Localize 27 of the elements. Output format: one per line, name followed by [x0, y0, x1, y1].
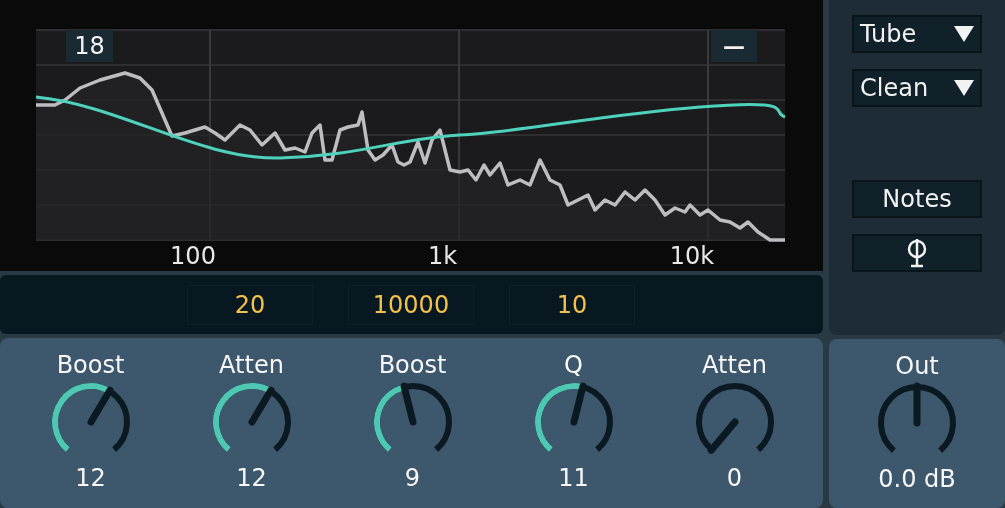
frequency-label: 100 — [170, 242, 216, 270]
knob-label: Boost — [56, 350, 125, 380]
knob-value: 12 — [236, 464, 267, 492]
frequency-label: 1k — [427, 242, 458, 270]
number-field[interactable]: 10 — [509, 284, 635, 325]
number-field[interactable]: 20 — [187, 284, 313, 325]
collapse-button[interactable]: — — [711, 30, 757, 62]
knob-value: 0 — [726, 464, 743, 492]
notes-button[interactable]: Notes — [852, 180, 982, 218]
number-field[interactable]: 10000 — [348, 284, 474, 325]
knob-label: Atten — [219, 350, 284, 380]
phase-icon — [907, 238, 927, 268]
caret-icon — [954, 80, 974, 96]
frequency-label: 10k — [669, 242, 715, 270]
knob-label: Boost — [378, 350, 447, 380]
value-badge: 18 — [66, 30, 113, 62]
knob-value: 12 — [75, 464, 106, 492]
dropdown[interactable]: Clean — [852, 69, 982, 107]
dropdown[interactable]: Tube — [852, 15, 982, 53]
knob-value: 0.0 dB — [878, 465, 956, 493]
knob-label: Out — [895, 351, 939, 381]
phase-button[interactable] — [852, 234, 982, 272]
caret-icon — [954, 26, 974, 42]
knob-label: Atten — [702, 350, 767, 380]
knob-value: 11 — [558, 464, 589, 492]
knob-value: 9 — [404, 464, 421, 492]
knob-label: Q — [564, 350, 583, 380]
